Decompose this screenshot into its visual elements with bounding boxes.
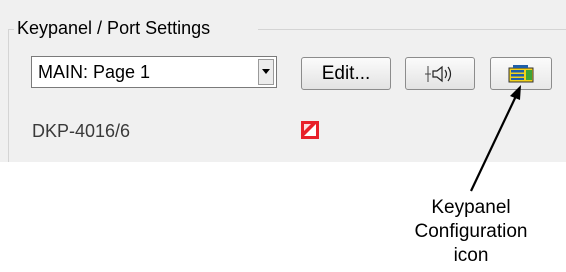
callout-line: Keypanel <box>431 197 511 218</box>
callout-line: Configuration <box>414 221 528 242</box>
callout-line: icon <box>453 245 489 266</box>
callout-label: Keypanel Configuration icon <box>396 196 546 268</box>
